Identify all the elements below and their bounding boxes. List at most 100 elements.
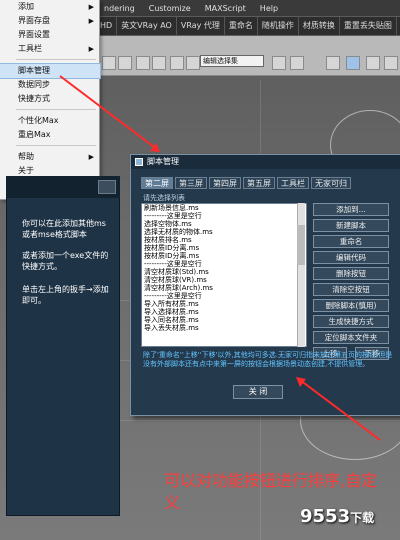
wrench-icon[interactable] <box>98 180 116 194</box>
menu-item-restart-max[interactable]: 重启Max <box>0 128 100 142</box>
menu-item-toolbar[interactable]: 工具栏 ▶ <box>0 42 100 56</box>
menu-item-label: 数据同步 <box>18 80 50 89</box>
close-button[interactable]: 关 闭 <box>233 385 283 399</box>
menu-item-add[interactable]: 添加 ▶ <box>0 0 100 14</box>
list-item[interactable]: 按材质ID分离.ms <box>142 252 306 260</box>
menu-item-personalize[interactable]: 个性化Max <box>0 114 100 128</box>
chevron-right-icon: ▶ <box>88 153 94 161</box>
menu-item-label: 界面设置 <box>18 30 50 39</box>
tab-screen-4[interactable]: 第四屏 <box>209 177 241 189</box>
menu-help[interactable]: Help <box>260 4 278 13</box>
menu-item-help[interactable]: 帮助 ▶ <box>0 150 100 164</box>
watermark: 9553下载 <box>300 506 374 527</box>
menu-item-data-sync[interactable]: 数据同步 <box>0 78 100 92</box>
curve-editor-icon[interactable] <box>346 56 360 70</box>
plugin-tabbar: HD 英文VRay AO VRay 代理 重命名 随机操作 材质转换 重置丢失贴… <box>96 17 400 35</box>
link-icon[interactable] <box>136 56 150 70</box>
chevron-right-icon: ▶ <box>88 45 94 53</box>
watermark-suffix: 下载 <box>350 511 375 525</box>
menu-item-ui-settings[interactable]: 界面设置 <box>0 28 100 42</box>
menu-separator <box>16 109 96 110</box>
clear-empty-button[interactable]: 清除空按钮 <box>313 283 389 296</box>
list-item[interactable]: 导入所有材质.ms <box>142 300 306 308</box>
menu-item-label: 脚本管理 <box>18 66 50 75</box>
layer-icon[interactable] <box>326 56 340 70</box>
mirror-icon[interactable] <box>272 56 286 70</box>
menu-maxscript[interactable]: MAXScript <box>205 4 246 13</box>
delete-button-button[interactable]: 删除按钮 <box>313 267 389 280</box>
list-item[interactable]: 导入丢失材质.ms <box>142 324 306 332</box>
menu-item-label: 重启Max <box>18 130 51 139</box>
menu-item-label: 添加 <box>18 2 34 11</box>
menu-item-label: 界面存盘 <box>18 16 50 25</box>
list-item[interactable]: ---------这里是空行 <box>142 292 306 300</box>
menu-item-label: 个性化Max <box>18 116 59 125</box>
tab-screen-3[interactable]: 第三屏 <box>175 177 207 189</box>
menu-item-shortcuts[interactable]: 快捷方式 <box>0 92 100 106</box>
list-label: 请先选择列表 <box>143 194 185 202</box>
schematic-icon[interactable] <box>366 56 380 70</box>
info-text-2: 或者添加一个exe文件的快捷方式。 <box>22 251 109 271</box>
info-text-3: 单击左上角的扳手→添加即可。 <box>22 285 109 305</box>
tab-toolbar[interactable]: 工具栏 <box>277 177 309 189</box>
list-item[interactable]: 清空材质球(Std).ms <box>142 268 306 276</box>
script-manager-dialog: 脚本管理 第二屏 第三屏 第四屏 第五屏 工具栏 无家可归 请先选择列表 刷新场… <box>130 154 400 416</box>
edit-code-button[interactable]: 编辑代码 <box>313 251 389 264</box>
list-item[interactable]: ---------这里是空行 <box>142 212 306 220</box>
menu-item-label: 快捷方式 <box>18 94 50 103</box>
list-item[interactable]: ---------这里是空行 <box>142 260 306 268</box>
unlink-icon[interactable] <box>152 56 166 70</box>
dialog-note: 除了'重命名''上移''下移'以外,其他均可多选.无家可归指未放在第五页的按钮,… <box>143 351 393 368</box>
list-item[interactable]: 导入选择材质.ms <box>142 308 306 316</box>
tab-reset-maps[interactable]: 重置丢失贴图 <box>340 17 397 35</box>
chevron-right-icon: ▶ <box>88 3 94 11</box>
menu-item-script-manager[interactable]: 脚本管理 <box>0 63 101 79</box>
undo-icon[interactable] <box>102 56 116 70</box>
dialog-title[interactable]: 脚本管理 <box>131 155 400 169</box>
rename-button[interactable]: 重命名 <box>313 235 389 248</box>
app-icon <box>135 158 143 166</box>
menu-separator <box>16 59 96 60</box>
tab-rename[interactable]: 重命名 <box>225 17 258 35</box>
tab-screen-5[interactable]: 第五屏 <box>243 177 275 189</box>
menu-rendering[interactable]: ndering <box>104 4 135 13</box>
list-item[interactable]: 刷新场景信息.ms <box>142 204 306 212</box>
menubar: ndering Customize MAXScript Help <box>96 0 400 16</box>
align-icon[interactable] <box>290 56 304 70</box>
plugin-dropdown-menu: 添加 ▶ 界面存盘 ▶ 界面设置 工具栏 ▶ 脚本管理 数据同步 快捷方式 个性化Ma… <box>0 0 101 200</box>
list-item[interactable]: 清空材质球(Arch).ms <box>142 284 306 292</box>
create-shortcut-button[interactable]: 生成快捷方式 <box>313 315 389 328</box>
tab-homeless[interactable]: 无家可归 <box>311 177 351 189</box>
menu-item-label: 关于 <box>18 166 34 175</box>
menu-customize[interactable]: Customize <box>149 4 191 13</box>
menu-item-label: 帮助 <box>18 152 34 161</box>
dialog-tabs: 第二屏 第三屏 第四屏 第五屏 工具栏 无家可归 <box>141 177 351 189</box>
add-to-button[interactable]: 添加到... <box>313 203 389 216</box>
new-script-button[interactable]: 新建脚本 <box>313 219 389 232</box>
tab-random[interactable]: 随机操作 <box>258 17 299 35</box>
menu-separator <box>16 145 96 146</box>
tab-vray-ao[interactable]: 英文VRay AO <box>117 17 177 35</box>
list-item[interactable]: 按材质ID分离.ms <box>142 244 306 252</box>
select-icon[interactable] <box>170 56 184 70</box>
redo-icon[interactable] <box>118 56 132 70</box>
watermark-main: 9553 <box>300 506 351 527</box>
list-item[interactable]: 清空材质球(VR).ms <box>142 276 306 284</box>
menu-item-save-ui[interactable]: 界面存盘 ▶ <box>0 14 100 28</box>
scrollbar-thumb[interactable] <box>297 225 305 265</box>
material-editor-icon[interactable] <box>384 56 398 70</box>
chevron-right-icon: ▶ <box>88 17 94 25</box>
list-item[interactable]: 导入同名材质.ms <box>142 316 306 324</box>
tab-material-convert[interactable]: 材质转换 <box>299 17 340 35</box>
list-item[interactable]: 选择无材质的物体.ms <box>142 228 306 236</box>
list-item[interactable]: 按材质排名.ms <box>142 236 306 244</box>
move-icon[interactable] <box>186 56 200 70</box>
menu-item-label: 工具栏 <box>18 44 42 53</box>
tab-vray-proxy[interactable]: VRay 代理 <box>177 17 225 35</box>
script-listbox[interactable]: 刷新场景信息.ms ---------这里是空行 选择空物体.ms 选择无材质的… <box>141 203 307 347</box>
tab-screen-2[interactable]: 第二屏 <box>141 177 173 189</box>
locate-folder-button[interactable]: 定位脚本文件夹 <box>313 331 389 344</box>
delete-script-button[interactable]: 删除脚本(慎用) <box>313 299 389 312</box>
list-item[interactable]: 选择空物体.ms <box>142 220 306 228</box>
selection-set-dropdown[interactable]: 编辑选择集 <box>200 55 264 67</box>
